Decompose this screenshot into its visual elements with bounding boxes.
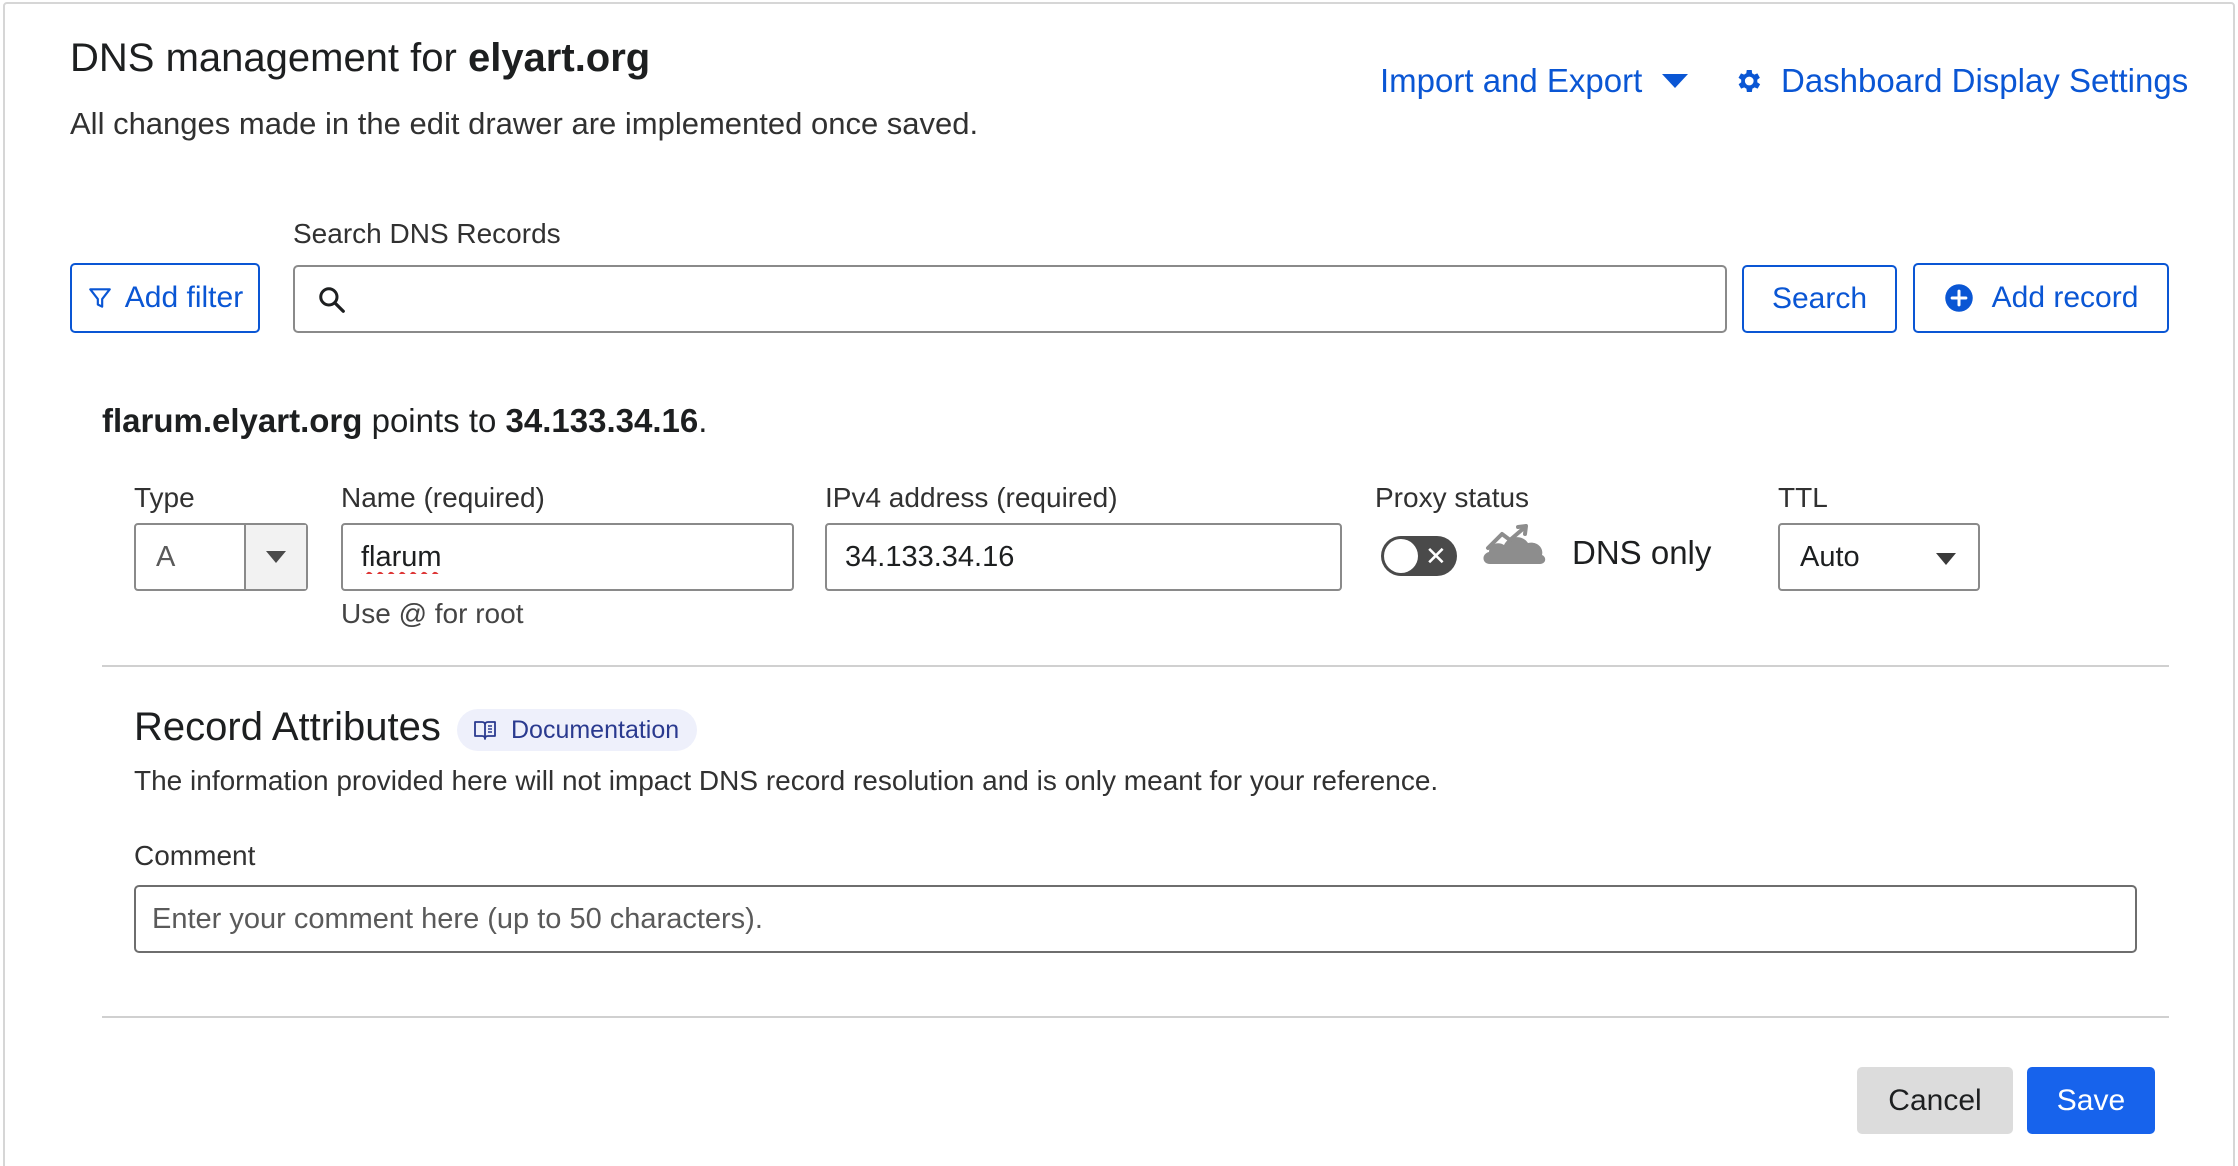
caret-down-icon xyxy=(1936,553,1956,565)
ipv4-field[interactable] xyxy=(825,523,1342,591)
name-label: Name (required) xyxy=(341,482,545,513)
page-title: DNS management for elyart.org xyxy=(70,36,650,81)
type-select[interactable]: A xyxy=(134,523,308,591)
caret-down-icon xyxy=(1662,74,1689,88)
ttl-select[interactable]: Auto xyxy=(1778,523,1980,591)
dashboard-display-settings-link[interactable]: Dashboard Display Settings xyxy=(1733,62,2188,100)
record-summary: flarum.elyart.org points to 34.133.34.16… xyxy=(102,402,707,440)
type-select-value: A xyxy=(156,541,176,573)
close-icon: ✕ xyxy=(1425,541,1447,571)
documentation-link[interactable]: Documentation xyxy=(457,709,698,751)
import-export-label: Import and Export xyxy=(1380,62,1643,99)
section-divider xyxy=(102,665,2169,667)
save-button[interactable]: Save xyxy=(2027,1067,2155,1134)
comment-field[interactable] xyxy=(134,885,2137,953)
name-field[interactable] xyxy=(341,523,794,591)
search-button-label: Search xyxy=(1771,282,1868,315)
comment-input[interactable] xyxy=(152,897,2112,941)
add-record-button[interactable]: Add record xyxy=(1913,263,2169,333)
caret-down-icon xyxy=(266,551,286,563)
type-label: Type xyxy=(134,482,195,513)
toggle-knob xyxy=(1384,539,1418,573)
type-select-toggle[interactable] xyxy=(244,525,306,589)
page-title-prefix: DNS management for xyxy=(70,36,468,80)
save-button-label: Save xyxy=(2056,1083,2126,1117)
proxy-status-label: Proxy status xyxy=(1375,482,1530,513)
record-attributes-title: Record Attributes xyxy=(134,705,441,749)
ttl-label: TTL xyxy=(1778,482,1828,513)
cancel-button[interactable]: Cancel xyxy=(1857,1067,2013,1134)
gear-icon xyxy=(1738,70,1761,92)
name-input[interactable] xyxy=(361,535,776,579)
search-button[interactable]: Search xyxy=(1742,265,1897,333)
comment-label: Comment xyxy=(134,840,256,871)
dashboard-display-settings-label: Dashboard Display Settings xyxy=(1781,62,2189,99)
proxy-status-toggle[interactable]: ✕ xyxy=(1381,536,1457,576)
record-summary-middle: points to xyxy=(362,402,506,439)
search-dns-records-field[interactable] xyxy=(293,265,1727,333)
record-summary-ip: 34.133.34.16 xyxy=(505,402,699,439)
plus-circle-icon xyxy=(1944,284,1973,312)
documentation-label: Documentation xyxy=(511,715,680,744)
ipv4-input[interactable] xyxy=(845,535,1325,579)
page-subtitle: All changes made in the edit drawer are … xyxy=(70,106,979,141)
cloud-off-icon xyxy=(1483,524,1546,564)
page-title-domain: elyart.org xyxy=(467,36,651,80)
search-icon xyxy=(319,287,345,313)
add-record-label: Add record xyxy=(1991,281,2139,314)
dns-record-edit-panel: DNS management for elyart.org All change… xyxy=(0,0,2238,1166)
import-export-dropdown[interactable]: Import and Export xyxy=(1380,62,1690,100)
add-filter-label: Add filter xyxy=(124,281,244,314)
search-dns-records-label: Search DNS Records xyxy=(293,218,561,249)
record-summary-host: flarum.elyart.org xyxy=(102,402,363,439)
filter-icon xyxy=(88,288,111,308)
book-icon xyxy=(474,721,496,740)
add-filter-button[interactable]: Add filter xyxy=(70,263,260,333)
search-input[interactable] xyxy=(365,275,1705,323)
footer-divider xyxy=(102,1016,2169,1018)
name-hint: Use @ for root xyxy=(341,598,524,629)
ttl-select-value: Auto xyxy=(1800,541,1860,573)
record-summary-end: . xyxy=(698,402,708,439)
record-attributes-description: The information provided here will not i… xyxy=(134,765,1439,796)
cancel-button-label: Cancel xyxy=(1888,1083,1982,1117)
proxy-status-value: DNS only xyxy=(1572,534,1712,571)
ipv4-label: IPv4 address (required) xyxy=(825,482,1118,513)
